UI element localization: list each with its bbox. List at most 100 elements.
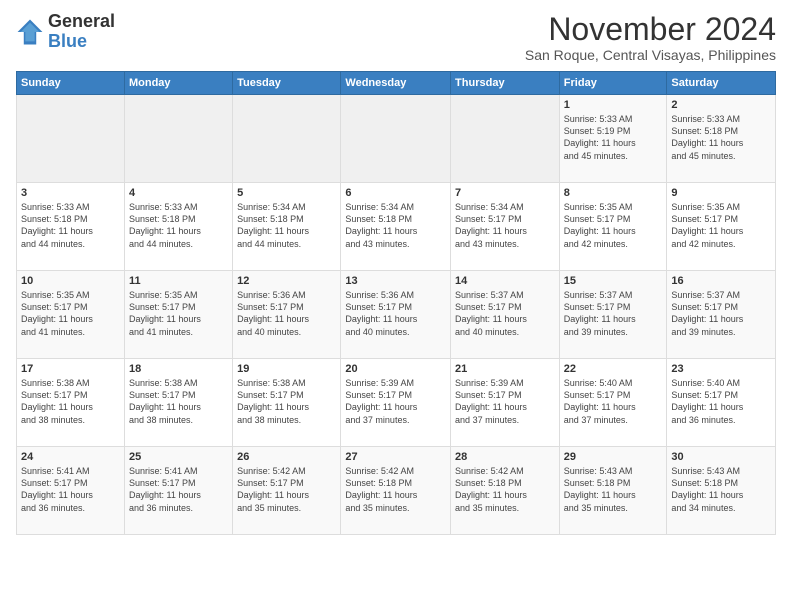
day-cell: 5 Sunrise: 5:34 AM Sunset: 5:18 PM Daylig… (233, 183, 341, 271)
logo-text: General Blue (48, 12, 115, 52)
day-number: 2 (671, 99, 771, 111)
day-info: Sunrise: 5:34 AM Sunset: 5:18 PM Dayligh… (237, 201, 336, 250)
day-info: Sunrise: 5:39 AM Sunset: 5:17 PM Dayligh… (455, 377, 555, 426)
day-number: 3 (21, 187, 120, 199)
day-cell: 4Sunrise: 5:33 AM Sunset: 5:18 PM Daylig… (124, 183, 232, 271)
title-block: November 2024 San Roque, Central Visayas… (525, 12, 776, 63)
day-cell: 3 Sunrise: 5:33 AM Sunset: 5:18 PM Daylig… (17, 183, 125, 271)
day-info: Sunrise: 5:37 AM Sunset: 5:17 PM Dayligh… (564, 289, 663, 338)
week-row-3: 17Sunrise: 5:38 AM Sunset: 5:17 PM Dayli… (17, 359, 776, 447)
day-number: 16 (671, 275, 771, 287)
day-info: Sunrise: 5:35 AM Sunset: 5:17 PM Dayligh… (671, 201, 771, 250)
day-cell: 23 Sunrise: 5:40 AM Sunset: 5:17 PM Dayli… (667, 359, 776, 447)
day-info: Sunrise: 5:36 AM Sunset: 5:17 PM Dayligh… (345, 289, 446, 338)
day-number: 11 (129, 275, 228, 287)
day-number: 19 (237, 363, 336, 375)
day-info: Sunrise: 5:33 AM Sunset: 5:18 PM Dayligh… (671, 113, 771, 162)
day-cell: 12 Sunrise: 5:36 AM Sunset: 5:17 PM Dayli… (233, 271, 341, 359)
day-number: 23 (671, 363, 771, 375)
logo-icon (16, 18, 44, 46)
day-number: 10 (21, 275, 120, 287)
calendar-subtitle: San Roque, Central Visayas, Philippines (525, 47, 776, 63)
day-info: Sunrise: 5:34 AM Sunset: 5:17 PM Dayligh… (455, 201, 555, 250)
day-cell (17, 95, 125, 183)
day-cell: 21 Sunrise: 5:39 AM Sunset: 5:17 PM Dayli… (451, 359, 560, 447)
day-number: 9 (671, 187, 771, 199)
day-info: Sunrise: 5:34 AM Sunset: 5:18 PM Dayligh… (345, 201, 446, 250)
day-number: 15 (564, 275, 663, 287)
day-cell (341, 95, 451, 183)
day-number: 13 (345, 275, 446, 287)
day-info: Sunrise: 5:37 AM Sunset: 5:17 PM Dayligh… (671, 289, 771, 338)
week-row-2: 10 Sunrise: 5:35 AM Sunset: 5:17 PM Dayli… (17, 271, 776, 359)
day-number: 21 (455, 363, 555, 375)
day-info: Sunrise: 5:43 AM Sunset: 5:18 PM Dayligh… (564, 465, 663, 514)
day-cell: 20Sunrise: 5:39 AM Sunset: 5:17 PM Dayli… (341, 359, 451, 447)
col-header-saturday: Saturday (667, 72, 776, 95)
day-info: Sunrise: 5:35 AM Sunset: 5:17 PM Dayligh… (564, 201, 663, 250)
calendar-title: November 2024 (525, 12, 776, 47)
day-cell: 28 Sunrise: 5:42 AM Sunset: 5:18 PM Dayli… (451, 447, 560, 535)
day-cell: 11 Sunrise: 5:35 AM Sunset: 5:17 PM Dayli… (124, 271, 232, 359)
day-cell: 30Sunrise: 5:43 AM Sunset: 5:18 PM Dayli… (667, 447, 776, 535)
day-cell (451, 95, 560, 183)
day-info: Sunrise: 5:41 AM Sunset: 5:17 PM Dayligh… (21, 465, 120, 514)
day-cell (233, 95, 341, 183)
day-cell: 25Sunrise: 5:41 AM Sunset: 5:17 PM Dayli… (124, 447, 232, 535)
day-number: 1 (564, 99, 663, 111)
day-info: Sunrise: 5:42 AM Sunset: 5:17 PM Dayligh… (237, 465, 336, 514)
calendar-table: SundayMondayTuesdayWednesdayThursdayFrid… (16, 71, 776, 535)
day-cell: 6 Sunrise: 5:34 AM Sunset: 5:18 PM Daylig… (341, 183, 451, 271)
day-number: 28 (455, 451, 555, 463)
day-cell: 29 Sunrise: 5:43 AM Sunset: 5:18 PM Dayli… (559, 447, 667, 535)
day-cell: 26Sunrise: 5:42 AM Sunset: 5:17 PM Dayli… (233, 447, 341, 535)
day-info: Sunrise: 5:38 AM Sunset: 5:17 PM Dayligh… (21, 377, 120, 426)
day-cell: 9 Sunrise: 5:35 AM Sunset: 5:17 PM Daylig… (667, 183, 776, 271)
day-cell: 24 Sunrise: 5:41 AM Sunset: 5:17 PM Dayli… (17, 447, 125, 535)
day-info: Sunrise: 5:37 AM Sunset: 5:17 PM Dayligh… (455, 289, 555, 338)
day-cell: 13 Sunrise: 5:36 AM Sunset: 5:17 PM Dayli… (341, 271, 451, 359)
col-header-sunday: Sunday (17, 72, 125, 95)
day-cell: 10Sunrise: 5:35 AM Sunset: 5:17 PM Dayli… (17, 271, 125, 359)
day-info: Sunrise: 5:42 AM Sunset: 5:18 PM Dayligh… (455, 465, 555, 514)
day-number: 20 (345, 363, 446, 375)
col-header-monday: Monday (124, 72, 232, 95)
logo: General Blue (16, 12, 115, 52)
day-cell: 15 Sunrise: 5:37 AM Sunset: 5:17 PM Dayli… (559, 271, 667, 359)
day-number: 18 (129, 363, 228, 375)
day-info: Sunrise: 5:40 AM Sunset: 5:17 PM Dayligh… (564, 377, 663, 426)
day-cell: 22 Sunrise: 5:40 AM Sunset: 5:17 PM Dayli… (559, 359, 667, 447)
day-number: 24 (21, 451, 120, 463)
day-number: 5 (237, 187, 336, 199)
week-row-4: 24 Sunrise: 5:41 AM Sunset: 5:17 PM Dayli… (17, 447, 776, 535)
day-info: Sunrise: 5:33 AM Sunset: 5:18 PM Dayligh… (21, 201, 120, 250)
logo-general: General (48, 12, 115, 32)
day-number: 30 (671, 451, 771, 463)
day-cell: 1 Sunrise: 5:33 AM Sunset: 5:19 PM Daylig… (559, 95, 667, 183)
day-info: Sunrise: 5:40 AM Sunset: 5:17 PM Dayligh… (671, 377, 771, 426)
day-number: 12 (237, 275, 336, 287)
page: General Blue November 2024 San Roque, Ce… (0, 0, 792, 612)
day-info: Sunrise: 5:36 AM Sunset: 5:17 PM Dayligh… (237, 289, 336, 338)
logo-blue: Blue (48, 32, 115, 52)
day-number: 6 (345, 187, 446, 199)
day-info: Sunrise: 5:41 AM Sunset: 5:17 PM Dayligh… (129, 465, 228, 514)
day-cell (124, 95, 232, 183)
day-number: 4 (129, 187, 228, 199)
day-number: 8 (564, 187, 663, 199)
day-number: 22 (564, 363, 663, 375)
day-info: Sunrise: 5:35 AM Sunset: 5:17 PM Dayligh… (129, 289, 228, 338)
day-cell: 27Sunrise: 5:42 AM Sunset: 5:18 PM Dayli… (341, 447, 451, 535)
day-cell: 7Sunrise: 5:34 AM Sunset: 5:17 PM Daylig… (451, 183, 560, 271)
day-number: 14 (455, 275, 555, 287)
calendar-body: 1 Sunrise: 5:33 AM Sunset: 5:19 PM Daylig… (17, 95, 776, 535)
day-info: Sunrise: 5:33 AM Sunset: 5:19 PM Dayligh… (564, 113, 663, 162)
header-row: SundayMondayTuesdayWednesdayThursdayFrid… (17, 72, 776, 95)
day-number: 29 (564, 451, 663, 463)
day-cell: 2 Sunrise: 5:33 AM Sunset: 5:18 PM Daylig… (667, 95, 776, 183)
day-cell: 8 Sunrise: 5:35 AM Sunset: 5:17 PM Daylig… (559, 183, 667, 271)
day-cell: 16 Sunrise: 5:37 AM Sunset: 5:17 PM Dayli… (667, 271, 776, 359)
col-header-wednesday: Wednesday (341, 72, 451, 95)
day-info: Sunrise: 5:38 AM Sunset: 5:17 PM Dayligh… (129, 377, 228, 426)
col-header-friday: Friday (559, 72, 667, 95)
